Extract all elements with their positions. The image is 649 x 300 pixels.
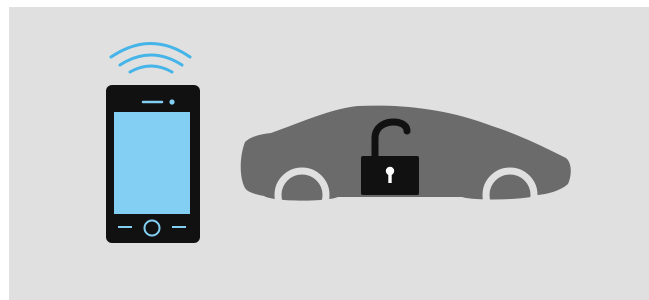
smartphone-icon xyxy=(106,85,200,243)
phone-screen xyxy=(114,112,190,214)
camera-dot-icon xyxy=(169,99,175,105)
remote-unlock-illustration xyxy=(9,7,649,300)
keyhole-slot xyxy=(388,172,392,183)
